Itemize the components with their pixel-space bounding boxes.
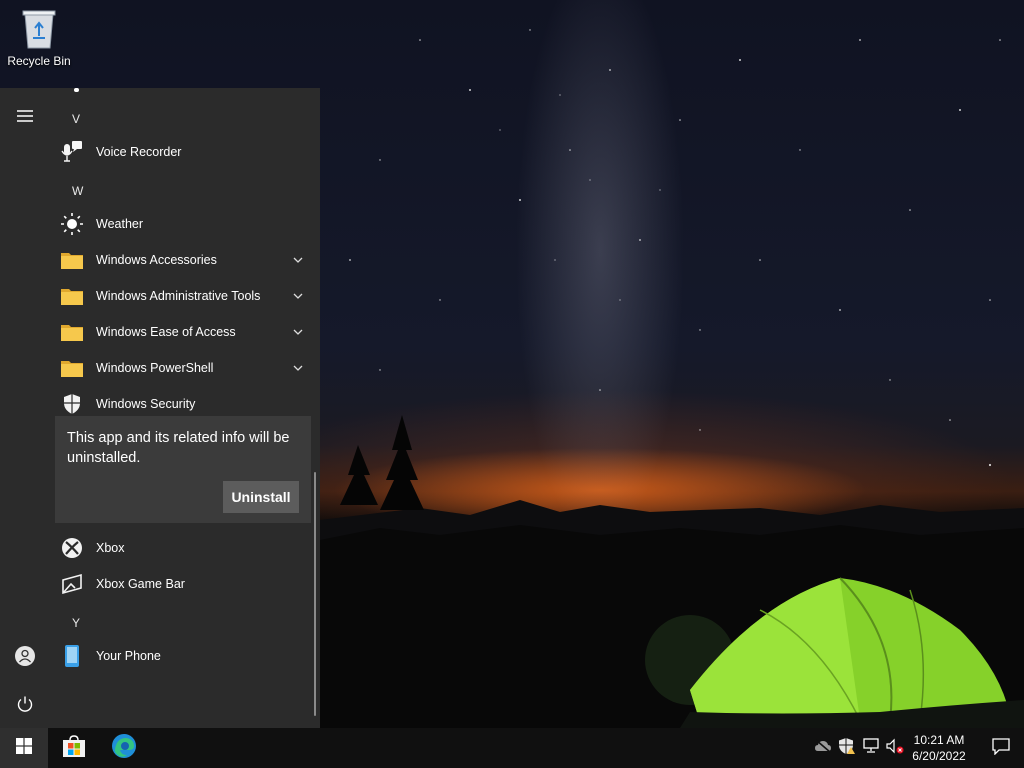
section-header-w[interactable]: W bbox=[72, 184, 83, 198]
taskbar-edge-browser[interactable] bbox=[100, 728, 148, 768]
microsoft-store-icon bbox=[62, 734, 86, 763]
xbox-game-bar-icon bbox=[60, 572, 84, 596]
shield-icon bbox=[60, 392, 84, 416]
notification-center-icon bbox=[992, 737, 1010, 760]
app-name: Xbox Game Bar bbox=[96, 577, 185, 591]
scroll-indicator-dot bbox=[74, 88, 79, 92]
folder-icon bbox=[60, 320, 84, 344]
app-list-scrollbar[interactable] bbox=[314, 472, 316, 716]
tray-network[interactable] bbox=[860, 728, 882, 768]
notification-center-button[interactable] bbox=[978, 728, 1024, 768]
desktop-icon-label: Recycle Bin bbox=[7, 54, 71, 68]
app-xbox-game-bar[interactable]: Xbox Game Bar bbox=[60, 566, 310, 602]
app-name: Windows Ease of Access bbox=[96, 325, 236, 339]
app-name: Windows Accessories bbox=[96, 253, 217, 267]
uninstall-message: This app and its related info will be un… bbox=[67, 430, 290, 466]
app-xbox[interactable]: Xbox bbox=[60, 530, 310, 566]
security-warning-icon bbox=[838, 737, 856, 760]
phone-icon bbox=[60, 644, 84, 668]
app-voice-recorder[interactable]: Voice Recorder bbox=[60, 134, 310, 170]
app-name: Xbox bbox=[96, 541, 125, 555]
app-name: Weather bbox=[96, 217, 144, 231]
edge-browser-icon bbox=[111, 733, 137, 764]
app-list: V Voice Recorder W Weather Windows Acces… bbox=[50, 88, 312, 728]
start-menu-rail bbox=[0, 88, 50, 728]
folder-icon bbox=[60, 356, 84, 380]
chevron-down-icon[interactable] bbox=[290, 288, 306, 304]
recycle-bin-icon bbox=[21, 6, 57, 50]
onedrive-icon bbox=[814, 738, 832, 758]
start-menu: V Voice Recorder W Weather Windows Acces… bbox=[0, 88, 320, 728]
app-your-phone[interactable]: Your Phone bbox=[60, 638, 310, 674]
clock-date: 6/20/2022 bbox=[912, 749, 966, 763]
volume-muted-icon bbox=[886, 738, 904, 759]
app-folder-windows-powershell[interactable]: Windows PowerShell bbox=[60, 350, 310, 386]
chevron-down-icon[interactable] bbox=[290, 360, 306, 376]
uninstall-button[interactable]: Uninstall bbox=[223, 481, 299, 513]
taskbar-microsoft-store[interactable] bbox=[50, 728, 98, 768]
section-header-v[interactable]: V bbox=[72, 112, 80, 126]
uninstall-confirmation-flyout: This app and its related info will be un… bbox=[55, 416, 311, 523]
network-icon bbox=[862, 737, 880, 759]
sun-icon bbox=[60, 212, 84, 236]
app-folder-windows-administrative-tools[interactable]: Windows Administrative Tools bbox=[60, 278, 310, 314]
folder-icon bbox=[60, 248, 84, 272]
app-folder-windows-accessories[interactable]: Windows Accessories bbox=[60, 242, 310, 278]
app-name: Windows Security bbox=[96, 397, 196, 411]
user-account-icon[interactable] bbox=[8, 639, 42, 673]
taskbar: 10:21 AM 6/20/2022 bbox=[0, 728, 1024, 768]
app-folder-windows-ease-of-access[interactable]: Windows Ease of Access bbox=[60, 314, 310, 350]
hamburger-menu-icon[interactable] bbox=[8, 99, 42, 133]
windows-start-icon bbox=[16, 737, 32, 759]
tray-volume[interactable] bbox=[884, 728, 906, 768]
tray-security-warning[interactable] bbox=[836, 728, 858, 768]
app-name: Your Phone bbox=[96, 649, 161, 663]
chevron-down-icon[interactable] bbox=[290, 252, 306, 268]
xbox-icon bbox=[60, 536, 84, 560]
app-name: Voice Recorder bbox=[96, 145, 182, 159]
app-name: Windows PowerShell bbox=[96, 361, 214, 375]
section-header-y[interactable]: Y bbox=[72, 616, 80, 630]
desktop-icon-recycle-bin[interactable]: Recycle Bin bbox=[6, 6, 72, 68]
app-name: Windows Administrative Tools bbox=[96, 289, 261, 303]
clock-time: 10:21 AM bbox=[913, 733, 965, 747]
taskbar-clock[interactable]: 10:21 AM 6/20/2022 bbox=[906, 732, 972, 764]
power-icon[interactable] bbox=[8, 687, 42, 721]
folder-icon bbox=[60, 284, 84, 308]
tray-onedrive[interactable] bbox=[812, 728, 834, 768]
chevron-down-icon[interactable] bbox=[290, 324, 306, 340]
start-button[interactable] bbox=[0, 728, 48, 768]
microphone-icon bbox=[60, 140, 84, 164]
app-weather[interactable]: Weather bbox=[60, 206, 310, 242]
